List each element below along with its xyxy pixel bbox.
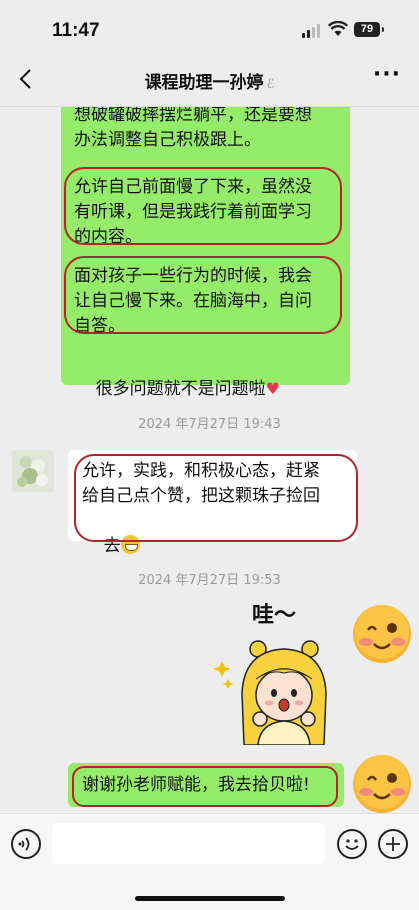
wifi-icon xyxy=(328,21,348,36)
chat-area[interactable]: 想破罐破摔摆烂躺平，还是要想 办法调整自己积极跟上。 允许自己前面慢了下来，虽然… xyxy=(0,107,419,813)
highlight-oval xyxy=(74,454,358,542)
status-time: 11:47 xyxy=(52,20,100,41)
highlight-oval xyxy=(64,167,342,245)
chat-header: 课程助理一孙婷 ℰ ··· xyxy=(0,52,419,107)
chat-title: 课程助理一孙婷 ℰ xyxy=(0,68,419,93)
voice-icon[interactable] xyxy=(11,829,41,859)
highlight-oval xyxy=(72,766,338,807)
message-text: 很多问题就不是问题啦 xyxy=(95,379,266,399)
message-input[interactable] xyxy=(52,823,325,864)
ear-icon: ℰ xyxy=(266,77,275,92)
more-dots-icon[interactable]: ··· xyxy=(373,62,401,87)
timestamp: 2024 年7月27日 19:53 xyxy=(138,573,281,588)
battery-icon: 79 xyxy=(354,22,384,37)
avatar[interactable] xyxy=(12,450,54,492)
highlight-oval xyxy=(64,256,342,334)
message-line: 想破罐破摔摆烂躺平，还是要想 xyxy=(74,107,312,125)
message-line: 办法调整自己积极跟上。 xyxy=(74,130,261,150)
heart-icon: ♥ xyxy=(265,379,280,398)
timestamp: 2024 年7月27日 19:43 xyxy=(138,417,281,432)
emoji-icon[interactable] xyxy=(337,829,367,859)
home-indicator[interactable] xyxy=(135,896,285,901)
status-bar: 11:47 79 xyxy=(0,0,419,52)
chat-title-text: 课程助理一孙婷 xyxy=(144,73,264,93)
avatar[interactable] xyxy=(352,754,412,813)
plus-icon[interactable] xyxy=(378,829,408,859)
avatar[interactable] xyxy=(352,604,412,664)
cartoon-girl-sticker[interactable]: 哇～ xyxy=(214,603,344,745)
signal-icon xyxy=(302,24,320,38)
